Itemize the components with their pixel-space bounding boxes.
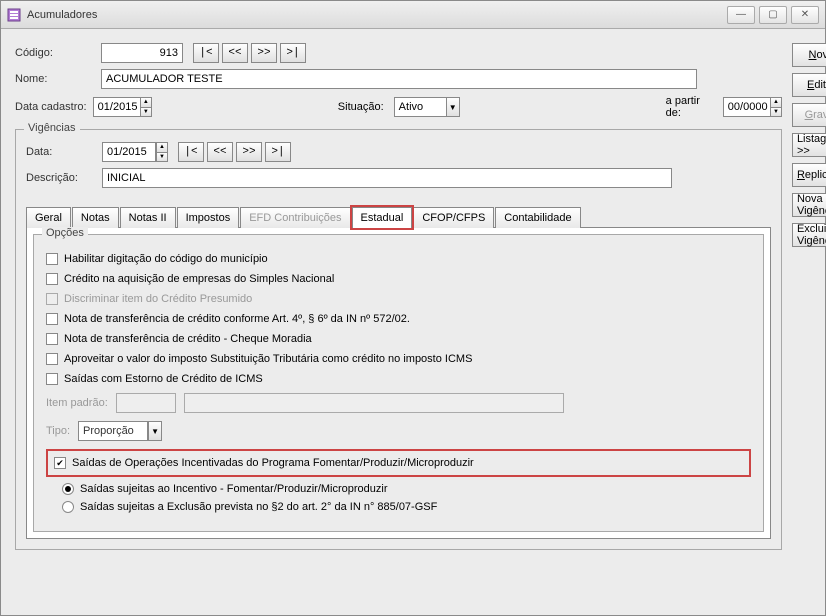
minimize-button[interactable]: — [727, 6, 755, 24]
nova-vigencia-button[interactable]: Nova Vigência [792, 193, 826, 217]
situacao-label: Situação: [338, 101, 384, 113]
tab-geral[interactable]: Geral [26, 207, 71, 228]
opt-nota-transf-cheque: Nota de transferência de crédito - Chequ… [64, 333, 312, 345]
spin-down-icon[interactable]: ▼ [140, 107, 152, 118]
nome-label: Nome: [15, 73, 95, 85]
item-padrao-desc-input [184, 393, 564, 413]
nav-prev-button[interactable]: << [222, 43, 248, 63]
novo-button[interactable]: Novo [792, 43, 826, 67]
vig-nav-first-button[interactable]: |< [178, 142, 204, 162]
vig-descricao-label: Descrição: [26, 172, 96, 184]
vig-data-spinner[interactable]: 01/2015 ▲▼ [102, 142, 168, 162]
tab-efd: EFD Contribuições [240, 207, 350, 228]
item-padrao-label: Item padrão: [46, 397, 108, 409]
vig-descricao-input[interactable]: INICIAL [102, 168, 672, 188]
spin-down-icon[interactable]: ▼ [770, 107, 782, 118]
opcoes-legend: Opções [42, 227, 88, 239]
chk-habilitar-municipio[interactable] [46, 253, 58, 265]
vig-nav-prev-button[interactable]: << [207, 142, 233, 162]
close-button[interactable]: ✕ [791, 6, 819, 24]
tipo-dropdown[interactable]: Proporção ▼ [78, 421, 162, 441]
tab-notas2[interactable]: Notas II [120, 207, 176, 228]
gravar-button: Gravar [792, 103, 826, 127]
tipo-value: Proporção [78, 421, 148, 441]
opt-discriminar-presumido: Discriminar item do Crédito Presumido [64, 293, 252, 305]
a-partir-de-spinner[interactable]: 00/0000 ▲▼ [723, 97, 782, 117]
codigo-label: Código: [15, 47, 95, 59]
tab-cfop[interactable]: CFOP/CFPS [413, 207, 494, 228]
app-icon [7, 8, 21, 22]
nav-last-button[interactable]: >| [280, 43, 306, 63]
radio-incentivo-label: Saídas sujeitas ao Incentivo - Fomentar/… [80, 483, 388, 495]
opt-habilitar-municipio: Habilitar digitação do código do municíp… [64, 253, 268, 265]
opt-aproveitar-st: Aproveitar o valor do imposto Substituiç… [64, 353, 472, 365]
nome-input[interactable]: ACUMULADOR TESTE [101, 69, 697, 89]
spin-up-icon[interactable]: ▲ [156, 142, 168, 152]
a-partir-de-input[interactable]: 00/0000 [723, 97, 777, 117]
a-partir-de-label: a partir de: [666, 95, 713, 119]
tab-impostos[interactable]: Impostos [177, 207, 240, 228]
nav-first-button[interactable]: |< [193, 43, 219, 63]
spin-down-icon[interactable]: ▼ [156, 152, 168, 163]
chk-saidas-estorno[interactable] [46, 373, 58, 385]
chk-aproveitar-st[interactable] [46, 353, 58, 365]
listagem-button[interactable]: Listagem >> [792, 133, 826, 157]
chevron-down-icon[interactable]: ▼ [148, 421, 162, 441]
tab-strip: Geral Notas Notas II Impostos EFD Contri… [26, 207, 771, 228]
chevron-down-icon[interactable]: ▼ [446, 97, 460, 117]
tab-contabilidade[interactable]: Contabilidade [495, 207, 580, 228]
opcoes-fieldset: Opções Habilitar digitação do código do … [33, 234, 764, 532]
item-padrao-code-input [116, 393, 176, 413]
opt-saidas-incentivadas: Saídas de Operações Incentivadas do Prog… [72, 457, 474, 469]
opt-nota-transf-art4: Nota de transferência de crédito conform… [64, 313, 410, 325]
codigo-input[interactable]: 913 [101, 43, 183, 63]
replicar-button[interactable]: Replicar... [792, 163, 826, 187]
vigencias-legend: Vigências [24, 122, 80, 134]
situacao-dropdown[interactable]: Ativo ▼ [394, 97, 460, 117]
tipo-label: Tipo: [46, 425, 70, 437]
nav-next-button[interactable]: >> [251, 43, 277, 63]
radio-incentivo[interactable] [62, 483, 74, 495]
vig-data-label: Data: [26, 146, 96, 158]
radio-exclusao[interactable] [62, 501, 74, 513]
vig-data-input[interactable]: 01/2015 [102, 142, 156, 162]
opt-credito-simples: Crédito na aquisição de empresas do Simp… [64, 273, 334, 285]
titlebar: Acumuladores — ▢ ✕ [1, 1, 825, 29]
data-cadastro-input[interactable]: 01/2015 [93, 97, 147, 117]
spin-up-icon[interactable]: ▲ [140, 97, 152, 107]
action-button-column: Novo Editar Gravar Listagem >> Replicar.… [792, 43, 826, 601]
editar-button[interactable]: Editar [792, 73, 826, 97]
chk-nota-transf-cheque[interactable] [46, 333, 58, 345]
window-title: Acumuladores [27, 9, 97, 21]
chk-credito-simples[interactable] [46, 273, 58, 285]
chk-saidas-incentivadas[interactable] [54, 457, 66, 469]
opt-saidas-estorno: Saídas com Estorno de Crédito de ICMS [64, 373, 263, 385]
tab-notas[interactable]: Notas [72, 207, 119, 228]
chk-discriminar-presumido [46, 293, 58, 305]
tab-estadual[interactable]: Estadual [352, 207, 413, 228]
vigencias-fieldset: Vigências Data: 01/2015 ▲▼ |< << >> >| [15, 129, 782, 550]
data-cadastro-spinner[interactable]: 01/2015 ▲▼ [93, 97, 152, 117]
chk-nota-transf-art4[interactable] [46, 313, 58, 325]
radio-exclusao-label: Saídas sujeitas a Exclusão prevista no §… [80, 501, 437, 513]
vig-nav-next-button[interactable]: >> [236, 142, 262, 162]
vig-nav-last-button[interactable]: >| [265, 142, 291, 162]
maximize-button[interactable]: ▢ [759, 6, 787, 24]
data-cadastro-label: Data cadastro: [15, 101, 87, 113]
excluir-vigencia-button[interactable]: Excluir Vigência [792, 223, 826, 247]
highlight-saidas-incentivadas: Saídas de Operações Incentivadas do Prog… [46, 449, 751, 477]
spin-up-icon[interactable]: ▲ [770, 97, 782, 107]
tab-body: Opções Habilitar digitação do código do … [26, 227, 771, 539]
